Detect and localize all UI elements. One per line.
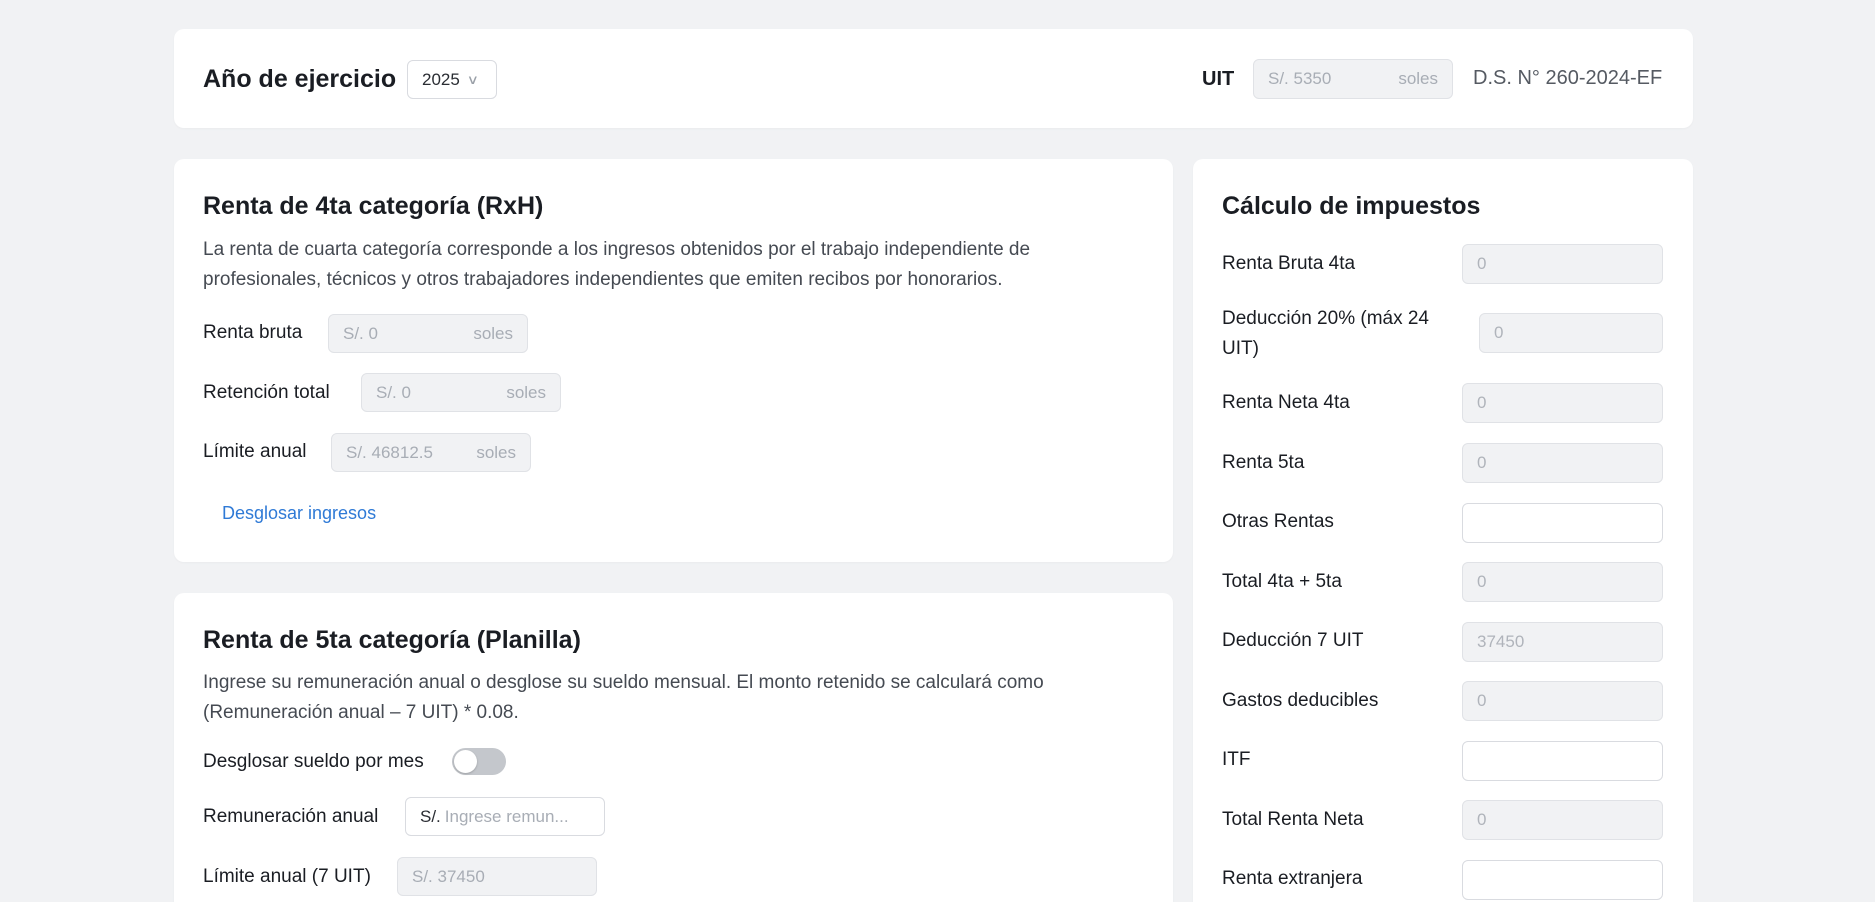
uit-label: UIT (1202, 68, 1235, 90)
year-select[interactable]: 2025 ∨ (407, 60, 497, 99)
limite-7uit-value: S/. 37450 (412, 866, 485, 886)
calc-label-total-4ta-5ta: Total 4ta + 5ta (1222, 571, 1342, 592)
renta-4ta-title: Renta de 4ta categoría (RxH) (203, 192, 544, 220)
toggle-knob (454, 750, 477, 773)
calc-input-renta-extranjera[interactable] (1462, 860, 1663, 900)
calc-label-otras-rentas: Otras Rentas (1222, 511, 1334, 532)
calc-input-itf[interactable] (1462, 741, 1663, 781)
renta-4ta-description: La renta de cuarta categoría corresponde… (203, 239, 1031, 290)
renta-5ta-title: Renta de 5ta categoría (Planilla) (203, 626, 581, 654)
calc-input-otras-rentas[interactable] (1462, 503, 1663, 543)
renta-bruta-label: Renta bruta (203, 322, 303, 343)
renta-bruta-unit: soles (473, 323, 513, 343)
renta-bruta-field: S/. 0 soles (328, 314, 528, 353)
calc-label-renta-neta-4ta: Renta Neta 4ta (1222, 392, 1350, 413)
calc-field-deduccion-20: 0 (1479, 313, 1663, 353)
limite-7uit-label: Límite anual (7 UIT) (203, 866, 371, 887)
limite-anual-label: Límite anual (203, 441, 307, 462)
renta-5ta-card: Renta de 5ta categoría (Planilla) Ingres… (174, 593, 1173, 902)
calc-label-deduccion-20: Deducción 20% (máx 24 UIT) (1222, 308, 1429, 359)
calc-field-total-renta-neta: 0 (1462, 800, 1663, 840)
calc-field-renta-bruta-4ta: 0 (1462, 244, 1663, 284)
chevron-down-icon: ∨ (466, 71, 479, 87)
calculo-impuestos-card: Cálculo de impuestos Renta Bruta 4ta 0 D… (1193, 159, 1693, 902)
limite-7uit-field: S/. 37450 (397, 857, 597, 896)
retencion-total-field: S/. 0 soles (361, 373, 561, 412)
uit-field: S/. 5350 soles (1253, 59, 1453, 99)
fiscal-year-bar: Año de ejercicio 2025 ∨ UIT S/. 5350 sol… (174, 29, 1693, 128)
year-value: 2025 (422, 69, 460, 89)
uit-unit: soles (1398, 69, 1438, 88)
calc-field-deduccion-7uit: 37450 (1462, 622, 1663, 662)
limite-anual-field: S/. 46812.5 soles (331, 433, 531, 472)
calc-label-renta-extranjera: Renta extranjera (1222, 868, 1363, 889)
retencion-total-label: Retención total (203, 382, 330, 403)
renta-4ta-card: Renta de 4ta categoría (RxH) La renta de… (174, 159, 1173, 562)
currency-prefix: S/. (420, 806, 441, 826)
calc-label-gastos-deducibles: Gastos deducibles (1222, 690, 1379, 711)
desglosar-sueldo-toggle[interactable] (452, 748, 506, 775)
year-label: Año de ejercicio (203, 65, 397, 93)
desglosar-ingresos-link[interactable]: Desglosar ingresos (222, 503, 376, 524)
calc-label-itf: ITF (1222, 749, 1251, 770)
limite-anual-unit: soles (476, 442, 516, 462)
retencion-total-unit: soles (506, 382, 546, 402)
renta-bruta-value: S/. 0 (343, 323, 378, 343)
limite-anual-value: S/. 46812.5 (346, 442, 433, 462)
desglosar-sueldo-label: Desglosar sueldo por mes (203, 751, 424, 772)
calc-label-deduccion-7uit: Deducción 7 UIT (1222, 630, 1364, 651)
remuneracion-anual-label: Remuneración anual (203, 806, 379, 827)
remuneracion-anual-input[interactable]: S/. Ingrese remun... (405, 797, 605, 836)
uit-value: S/. 5350 (1268, 69, 1332, 88)
remuneracion-placeholder: Ingrese remun... (444, 806, 569, 826)
decree-label: D.S. N° 260-2024-EF (1473, 67, 1663, 89)
calc-field-total-4ta-5ta: 0 (1462, 562, 1663, 602)
calc-label-total-renta-neta: Total Renta Neta (1222, 809, 1364, 830)
calc-label-renta-bruta-4ta: Renta Bruta 4ta (1222, 253, 1356, 274)
calc-field-gastos-deducibles: 0 (1462, 681, 1663, 721)
renta-5ta-description: Ingrese su remuneración anual o desglose… (203, 672, 1044, 723)
calculo-title: Cálculo de impuestos (1222, 192, 1481, 220)
calc-label-renta-5ta: Renta 5ta (1222, 452, 1305, 473)
calc-field-renta-5ta: 0 (1462, 443, 1663, 483)
retencion-total-value: S/. 0 (376, 382, 411, 402)
calc-field-renta-neta-4ta: 0 (1462, 383, 1663, 423)
